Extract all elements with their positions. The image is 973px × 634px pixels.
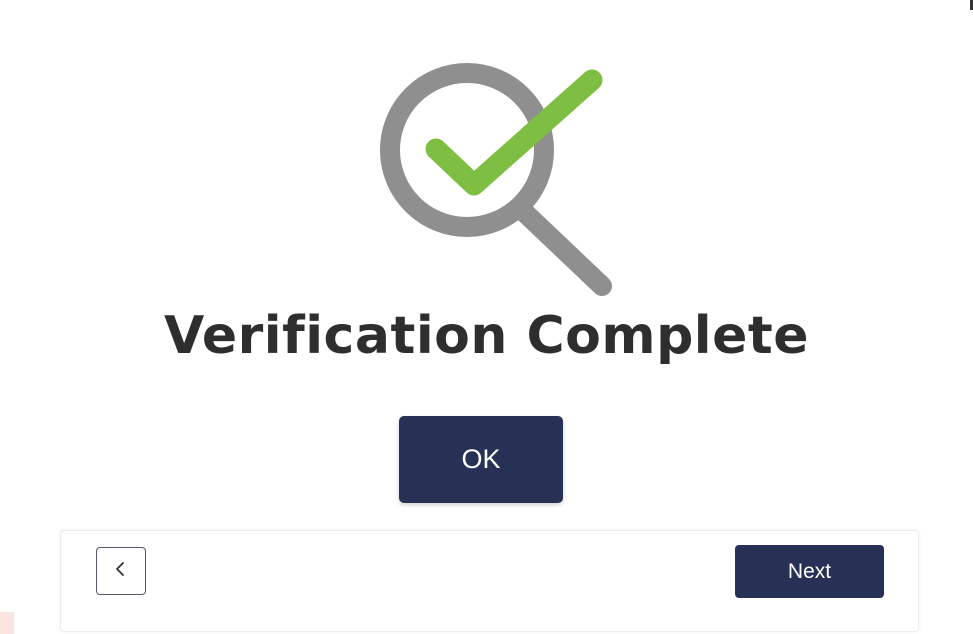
magnifier-check-icon	[370, 50, 630, 300]
footer-nav: Next	[60, 530, 919, 632]
corner-decoration	[0, 612, 14, 634]
ok-button[interactable]: OK	[399, 416, 563, 503]
next-button[interactable]: Next	[735, 545, 884, 598]
page-title: Verification Complete	[163, 306, 810, 366]
chevron-left-icon	[114, 561, 128, 582]
verification-page: Verification Complete OK Next	[0, 0, 973, 634]
back-button[interactable]	[96, 547, 146, 595]
